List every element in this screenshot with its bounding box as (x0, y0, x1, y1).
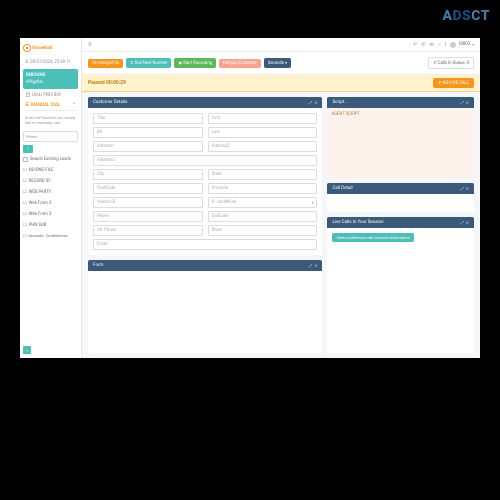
close-icon[interactable]: ✕ (466, 186, 469, 191)
expand-icon[interactable]: ⤢ (460, 100, 463, 105)
action-row: I'm Hanged Up ✆Dial Next Number ◉Start R… (82, 52, 480, 75)
search-leads-check[interactable]: Search Existing Leads (23, 156, 78, 163)
close-icon[interactable]: ✕ (314, 263, 317, 268)
close-icon[interactable]: ✕ (314, 100, 317, 105)
sidebar-bottom: + (23, 346, 78, 354)
postcode-field[interactable]: PostCode (93, 183, 203, 194)
seconds-dropdown[interactable]: Seconds▾ (264, 58, 291, 68)
close-icon[interactable]: ✕ (466, 220, 469, 225)
user-id: 10003 (458, 42, 470, 47)
close-icon[interactable]: ✕ (466, 100, 469, 105)
expand-icon[interactable]: ⤢ (460, 186, 463, 191)
last-field[interactable]: Last (208, 127, 318, 138)
altphone-field[interactable]: Alt. Phone (93, 225, 203, 236)
script-header: Script... ⤢✕ (327, 97, 474, 108)
pause-status: Paused 00:00:29 (88, 80, 126, 86)
dial-next-button[interactable]: ✆Dial Next Number (126, 58, 171, 68)
web-party-row[interactable]: ☐WEB PARTY: (23, 188, 78, 196)
inbound-label: INBOUND (26, 73, 46, 78)
phone-field[interactable]: Phone (93, 211, 203, 222)
script-body: AGENT SCRIPT (327, 108, 474, 178)
live-calls-body: View conference call channel information (327, 228, 474, 353)
hangup-customer-button[interactable]: Hangup Customer (219, 59, 261, 68)
web-form3-row[interactable]: ☐Web Form 3: (23, 210, 78, 218)
manual-dial-header: ☰MANUAL DIAL⌃ (23, 102, 78, 111)
app-window: VoiceBald ⏱05/07/2024, 23:38:11 INBOUND … (20, 38, 480, 358)
left-column: Customer Details ⤢✕ Title First MI Last … (88, 97, 322, 353)
topbar-right: ↶ ✆ ✉ – | 10003 ▾ (413, 42, 474, 48)
manual-dial-note: Enter the Number you would like to manua… (23, 114, 78, 128)
call-detail-header: Call Detail ⤢✕ (327, 183, 474, 194)
show-field[interactable]: Show (208, 225, 318, 236)
no-live-call-badge[interactable]: ✆ NO LIVE CALL (433, 78, 474, 88)
avatar (450, 42, 456, 48)
pause-bar: Paused 00:00:29 ✆ NO LIVE CALL (82, 75, 480, 92)
live-calls-card: Live Calls In Your Session ⤢✕ View confe… (327, 217, 474, 353)
content: Customer Details ⤢✕ Title First MI Last … (82, 92, 480, 358)
plus-button[interactable]: + (23, 346, 31, 354)
phone-input[interactable]: Phone (23, 131, 78, 142)
call-detail-body (327, 194, 474, 212)
right-column: Script... ⤢✕ AGENT SCRIPT Call Detail ⤢✕… (327, 97, 474, 353)
phone-icon[interactable]: ✆ (421, 42, 425, 48)
script-card: Script... ⤢✕ AGENT SCRIPT (327, 97, 474, 178)
title-field[interactable]: Title (93, 113, 203, 124)
state-field[interactable]: State (208, 169, 318, 180)
view-conference-pill[interactable]: View conference call channel information (332, 233, 413, 242)
hangup-button[interactable]: I'm Hanged Up (88, 59, 123, 68)
phn-sub-row[interactable]: ☐PHN SUB (23, 221, 78, 229)
record-id-row[interactable]: ☐RECORD ID: (23, 177, 78, 185)
mi-field[interactable]: MI (93, 127, 203, 138)
live-calls-header: Live Calls In Your Session ⤢✕ (327, 217, 474, 228)
divider-icon: | (445, 42, 446, 48)
no-dnc-row[interactable]: ☐NO-DNC-FILE (23, 166, 78, 174)
first-field[interactable]: First (208, 113, 318, 124)
web-form2-row[interactable]: ☐Web Form 2: (23, 199, 78, 207)
dial-preview-row[interactable]: 📋DIALI PREVIEW (23, 92, 78, 99)
chat-icon[interactable]: ✉ (429, 42, 433, 48)
addr3-field[interactable]: Address3 (93, 155, 317, 166)
customer-details-body: Title First MI Last Address1 Address2 Ad… (88, 108, 322, 255)
sidebar-date: ⏱05/07/2024, 23:38:11 (23, 59, 78, 66)
expand-icon[interactable]: ⤢ (309, 263, 312, 268)
vendor-field[interactable]: Vendor ID (93, 197, 203, 208)
province-field[interactable]: Province (208, 183, 318, 194)
expand-icon[interactable]: ⤢ (309, 100, 312, 105)
topbar-left: ≡ (88, 41, 92, 48)
customer-details-header: Customer Details ⤢✕ (88, 97, 322, 108)
topbar: ≡ ↶ ✆ ✉ – | 10003 ▾ (82, 38, 480, 52)
inbound-tile[interactable]: INBOUND APIgyfds (23, 69, 78, 89)
user-menu[interactable]: 10003 ▾ (450, 42, 474, 48)
logo: VoiceBald (23, 42, 78, 54)
back-icon[interactable]: ↶ (413, 42, 417, 48)
email-field[interactable]: Email (93, 239, 317, 250)
minus-icon[interactable]: – (438, 42, 441, 48)
form-header: Form ⤢✕ (88, 260, 322, 271)
customer-details-card: Customer Details ⤢✕ Title First MI Last … (88, 97, 322, 255)
sidebar: VoiceBald ⏱05/07/2024, 23:38:11 INBOUND … (20, 38, 82, 358)
menu-icon[interactable]: ≡ (88, 41, 92, 48)
call-detail-card: Call Detail ⤢✕ (327, 183, 474, 212)
chevron-down-icon: ▾ (472, 42, 474, 47)
form-body (88, 271, 322, 353)
undefined-select[interactable]: 0 - Undefined▾ (208, 197, 318, 208)
addr1-field[interactable]: Address1 (93, 141, 203, 152)
seconds-conf-row: ☐Seconds:Conferences: (23, 232, 78, 239)
logo-text: VoiceBald (32, 46, 52, 51)
start-recording-button[interactable]: ◉Start Recording (174, 58, 216, 68)
form-card: Form ⤢✕ (88, 260, 322, 353)
inbound-sub: APIgyfds (26, 80, 43, 85)
calls-in-queue: ✆ Calls In Queue: 0 (428, 57, 474, 69)
logo-icon (23, 44, 31, 52)
dialcode-field[interactable]: DialCode (208, 211, 318, 222)
main-area: ≡ ↶ ✆ ✉ – | 10003 ▾ I'm Hanged Up ✆Dial … (82, 38, 480, 358)
watermark: ADSCT (442, 8, 490, 24)
dial-go-button[interactable]: › (23, 145, 33, 153)
city-field[interactable]: City (93, 169, 203, 180)
addr2-field[interactable]: Address2 (208, 141, 318, 152)
expand-icon[interactable]: ⤢ (460, 220, 463, 225)
